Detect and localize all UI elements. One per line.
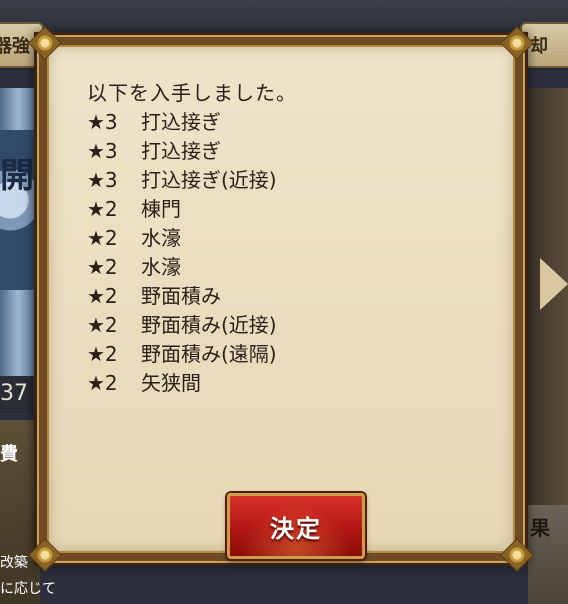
- rarity-stars: ★3: [87, 110, 118, 134]
- next-arrow-icon[interactable]: [540, 258, 568, 310]
- rarity-stars: ★2: [87, 342, 118, 366]
- item-name: 野面積み(遠隔): [141, 342, 277, 366]
- rarity-stars: ★2: [87, 226, 118, 250]
- rarity-stars: ★2: [87, 371, 118, 395]
- rarity-stars: ★2: [87, 284, 118, 308]
- item-name: 棟門: [141, 197, 181, 221]
- item-name: 水濠: [141, 255, 181, 279]
- confirm-button[interactable]: 決定: [227, 493, 365, 559]
- item-name: 打込接ぎ: [141, 110, 221, 134]
- list-item: ★2 水濠: [87, 224, 277, 253]
- item-name: 野面積み(近接): [141, 313, 277, 337]
- item-name: 水濠: [141, 226, 181, 250]
- list-item: ★2 棟門: [87, 195, 277, 224]
- list-item: ★2 矢狭間: [87, 369, 277, 398]
- rarity-stars: ★2: [87, 313, 118, 337]
- list-item: ★2 野面積み(近接): [87, 311, 277, 340]
- item-name: 打込接ぎ(近接): [141, 168, 277, 192]
- list-item: ★2 野面積み: [87, 282, 277, 311]
- list-item: ★2 水濠: [87, 253, 277, 282]
- left-panel-number: 37: [0, 376, 38, 412]
- right-info-effect: 果: [530, 516, 550, 540]
- result-dialog: 以下を入手しました。 ★3 打込接ぎ ★3 打込接ぎ ★3 打込接ぎ(近接) ★2 棟門…: [28, 26, 534, 572]
- list-item: ★3 打込接ぎ(近接): [87, 166, 277, 195]
- left-info-cost: 費: [0, 444, 18, 465]
- left-info-note: に応じて: [0, 581, 56, 597]
- dialog-message: 以下を入手しました。: [87, 81, 297, 105]
- rarity-stars: ★3: [87, 139, 118, 163]
- list-item: ★2 野面積み(遠隔): [87, 340, 277, 369]
- item-name: 打込接ぎ: [141, 139, 221, 163]
- obtained-item-list: ★3 打込接ぎ ★3 打込接ぎ ★3 打込接ぎ(近接) ★2 棟門 ★2 水濠 ★2 水濠 …: [87, 108, 277, 398]
- left-info-renovate: 改築: [0, 555, 28, 571]
- rarity-stars: ★2: [87, 255, 118, 279]
- rarity-stars: ★2: [87, 197, 118, 221]
- rarity-stars: ★3: [87, 168, 118, 192]
- item-name: 矢狭間: [141, 371, 201, 395]
- dialog-parchment: 以下を入手しました。 ★3 打込接ぎ ★3 打込接ぎ ★3 打込接ぎ(近接) ★2 棟門…: [47, 45, 515, 559]
- list-item: ★3 打込接ぎ: [87, 108, 277, 137]
- left-panel-glyph: 開: [0, 156, 34, 196]
- item-name: 野面積み: [141, 284, 221, 308]
- list-item: ★3 打込接ぎ: [87, 137, 277, 166]
